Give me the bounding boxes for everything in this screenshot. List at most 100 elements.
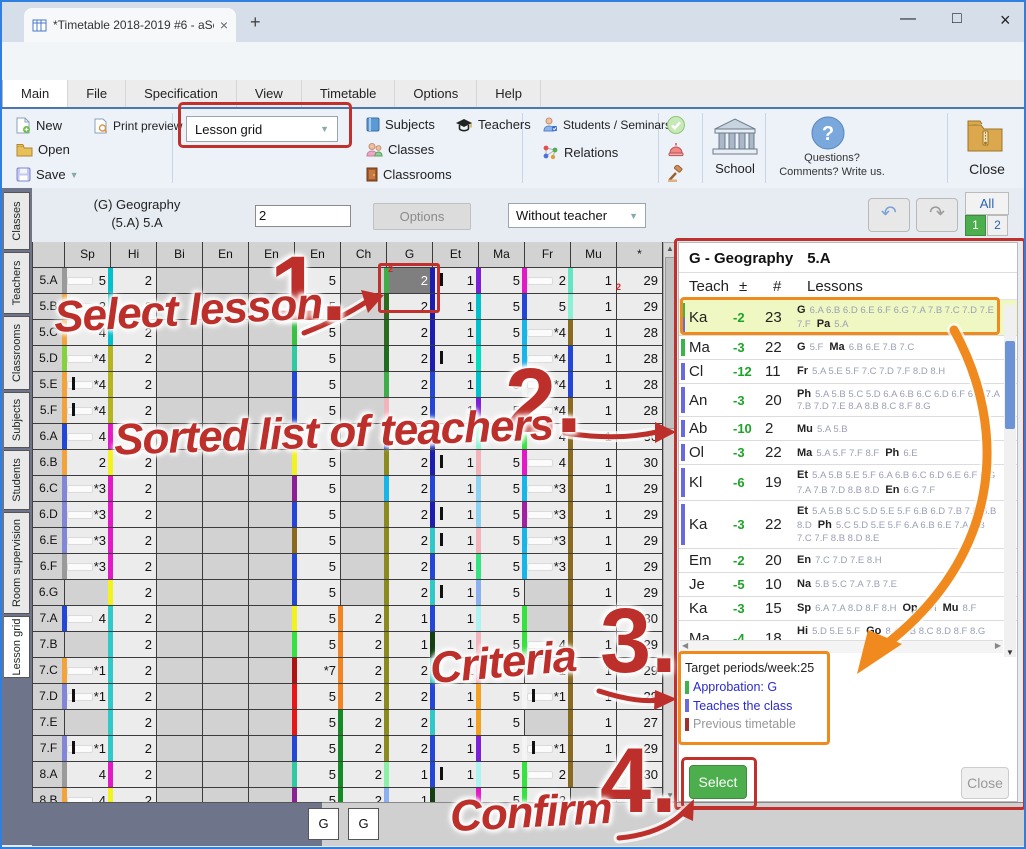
lesson-cell[interactable]: 2	[111, 372, 157, 398]
classrooms-button[interactable]: Classrooms	[366, 167, 452, 182]
lesson-cell[interactable]	[203, 606, 249, 632]
lesson-cell[interactable]: *3	[65, 476, 111, 502]
lesson-cell[interactable]: 1	[433, 320, 479, 346]
lesson-cell[interactable]	[157, 528, 203, 554]
school-building-icon[interactable]	[711, 117, 759, 157]
lesson-cell[interactable]	[157, 606, 203, 632]
lesson-cell[interactable]: *3	[525, 502, 571, 528]
lesson-cell[interactable]	[249, 762, 295, 788]
lesson-cell[interactable]	[157, 762, 203, 788]
lesson-cell[interactable]	[203, 658, 249, 684]
lesson-cell[interactable]: *3	[65, 502, 111, 528]
all-weeks-button[interactable]: All	[965, 192, 1009, 215]
lesson-cell[interactable]: 1	[571, 268, 617, 294]
lesson-cell[interactable]	[65, 632, 111, 658]
lesson-cell[interactable]: *4	[525, 320, 571, 346]
lesson-cell[interactable]: 2	[341, 788, 387, 802]
questions-button[interactable]: Questions? Comments? Write us.	[777, 152, 887, 180]
lesson-cell[interactable]: 5	[479, 554, 525, 580]
lesson-cell[interactable]: *1	[65, 658, 111, 684]
lesson-cell[interactable]: 2	[525, 762, 571, 788]
lesson-cell[interactable]: *3	[65, 554, 111, 580]
week1-button[interactable]: 1	[965, 215, 986, 236]
lesson-cell[interactable]: 1	[571, 320, 617, 346]
lesson-cell[interactable]: 2	[341, 606, 387, 632]
lesson-cell[interactable]: 5	[295, 710, 341, 736]
print-preview-button[interactable]: Print preview	[94, 118, 182, 134]
lesson-cell[interactable]	[249, 554, 295, 580]
lesson-cell[interactable]: *3	[525, 528, 571, 554]
sidebar-tab-subjects[interactable]: Subjects	[4, 392, 30, 448]
sidebar-tab-classes[interactable]: Classes	[4, 192, 30, 250]
lesson-cell[interactable]: 1	[387, 606, 433, 632]
lesson-cell[interactable]: 28	[617, 320, 663, 346]
lesson-cell[interactable]: 5	[479, 320, 525, 346]
undo-button[interactable]: ↶	[868, 198, 910, 232]
lesson-cell[interactable]: 1	[571, 294, 617, 320]
lesson-cell[interactable]: 4	[65, 424, 111, 450]
lesson-cell[interactable]	[525, 710, 571, 736]
lesson-cell[interactable]: 1	[387, 632, 433, 658]
lesson-cell[interactable]: 5	[295, 528, 341, 554]
lesson-cell[interactable]	[341, 502, 387, 528]
lesson-cell[interactable]	[203, 554, 249, 580]
lesson-cell[interactable]: 1	[433, 762, 479, 788]
pending-lesson-card[interactable]: G	[308, 808, 339, 840]
sidebar-tab-lesson-grid[interactable]: Lesson grid	[4, 616, 30, 678]
classes-button[interactable]: Classes	[366, 142, 434, 157]
lesson-cell[interactable]: 2	[387, 502, 433, 528]
lesson-cell[interactable]	[203, 580, 249, 606]
lesson-cell[interactable]	[203, 788, 249, 802]
lesson-cell[interactable]	[525, 580, 571, 606]
redo-button[interactable]: ↷	[916, 198, 958, 232]
tab-close-icon[interactable]: ×	[220, 17, 228, 33]
sidebar-tab-room-supervision[interactable]: Room supervision	[4, 512, 30, 614]
save-button[interactable]: Save▼	[16, 167, 79, 182]
lesson-cell[interactable]	[249, 658, 295, 684]
lesson-cell[interactable]	[249, 476, 295, 502]
lesson-cell[interactable]: 2	[387, 346, 433, 372]
lesson-cell[interactable]: 2	[111, 346, 157, 372]
lesson-cell[interactable]	[203, 736, 249, 762]
lesson-cell[interactable]: 1	[571, 476, 617, 502]
question-circle-icon[interactable]: ?	[810, 115, 846, 151]
lesson-cell[interactable]: 2	[341, 658, 387, 684]
lesson-cell[interactable]: 29	[617, 528, 663, 554]
lesson-cell[interactable]: 5	[295, 788, 341, 802]
siren-icon[interactable]	[667, 140, 685, 158]
lesson-cell[interactable]	[157, 736, 203, 762]
close-archive-icon[interactable]	[966, 117, 1004, 155]
lesson-cell[interactable]: 4	[65, 762, 111, 788]
lesson-cell[interactable]: 5	[295, 502, 341, 528]
lesson-cell[interactable]	[249, 372, 295, 398]
lesson-cell[interactable]: 5	[295, 554, 341, 580]
lesson-cell[interactable]: 28	[617, 372, 663, 398]
lesson-cell[interactable]	[341, 320, 387, 346]
lesson-cell[interactable]: *3	[525, 476, 571, 502]
window-maximize-button[interactable]: □	[952, 10, 962, 28]
lesson-cell[interactable]: 1	[433, 736, 479, 762]
lesson-cell[interactable]: 2	[387, 710, 433, 736]
lesson-cell[interactable]	[157, 710, 203, 736]
lesson-cell[interactable]: 1	[433, 580, 479, 606]
lesson-cell[interactable]: 2	[387, 580, 433, 606]
menu-file[interactable]: File	[68, 80, 126, 107]
lesson-cell[interactable]: 5	[525, 294, 571, 320]
lesson-cell[interactable]: 2	[111, 762, 157, 788]
browser-tab[interactable]: *Timetable 2018-2019 #6 - aSc Ti ×	[24, 8, 236, 42]
lesson-cell[interactable]	[157, 554, 203, 580]
lesson-cell[interactable]	[157, 788, 203, 802]
lesson-cell[interactable]: 5	[295, 684, 341, 710]
lesson-cell[interactable]: 28	[617, 398, 663, 424]
lesson-cell[interactable]: 5	[479, 710, 525, 736]
lesson-cell[interactable]: 5	[479, 294, 525, 320]
lesson-cell[interactable]: *4	[65, 372, 111, 398]
lesson-cell[interactable]: 29	[617, 294, 663, 320]
sidebar-tab-classrooms[interactable]: Classrooms	[4, 316, 30, 390]
lesson-cell[interactable]: 2	[387, 476, 433, 502]
lesson-cell[interactable]: 5	[479, 762, 525, 788]
lesson-cell[interactable]: 2	[341, 632, 387, 658]
lesson-cell[interactable]: 2	[111, 736, 157, 762]
lesson-cell[interactable]	[157, 632, 203, 658]
lesson-cell[interactable]: 5	[295, 476, 341, 502]
